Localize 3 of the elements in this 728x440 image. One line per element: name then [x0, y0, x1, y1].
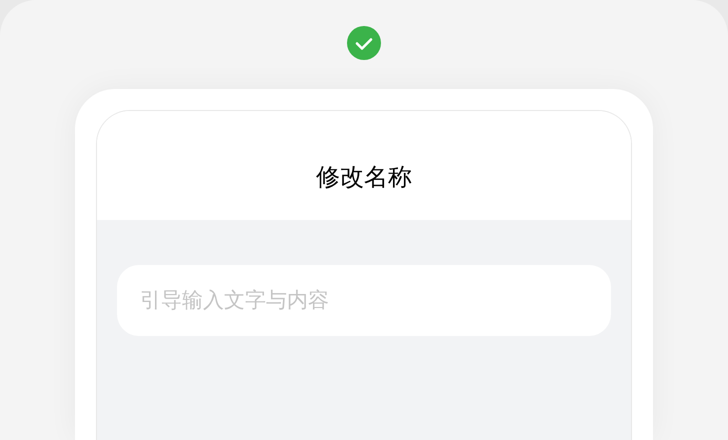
- dialog-title: 修改名称: [316, 163, 412, 193]
- name-field[interactable]: 引导输入文字与内容: [117, 265, 611, 336]
- check-icon: [347, 26, 381, 60]
